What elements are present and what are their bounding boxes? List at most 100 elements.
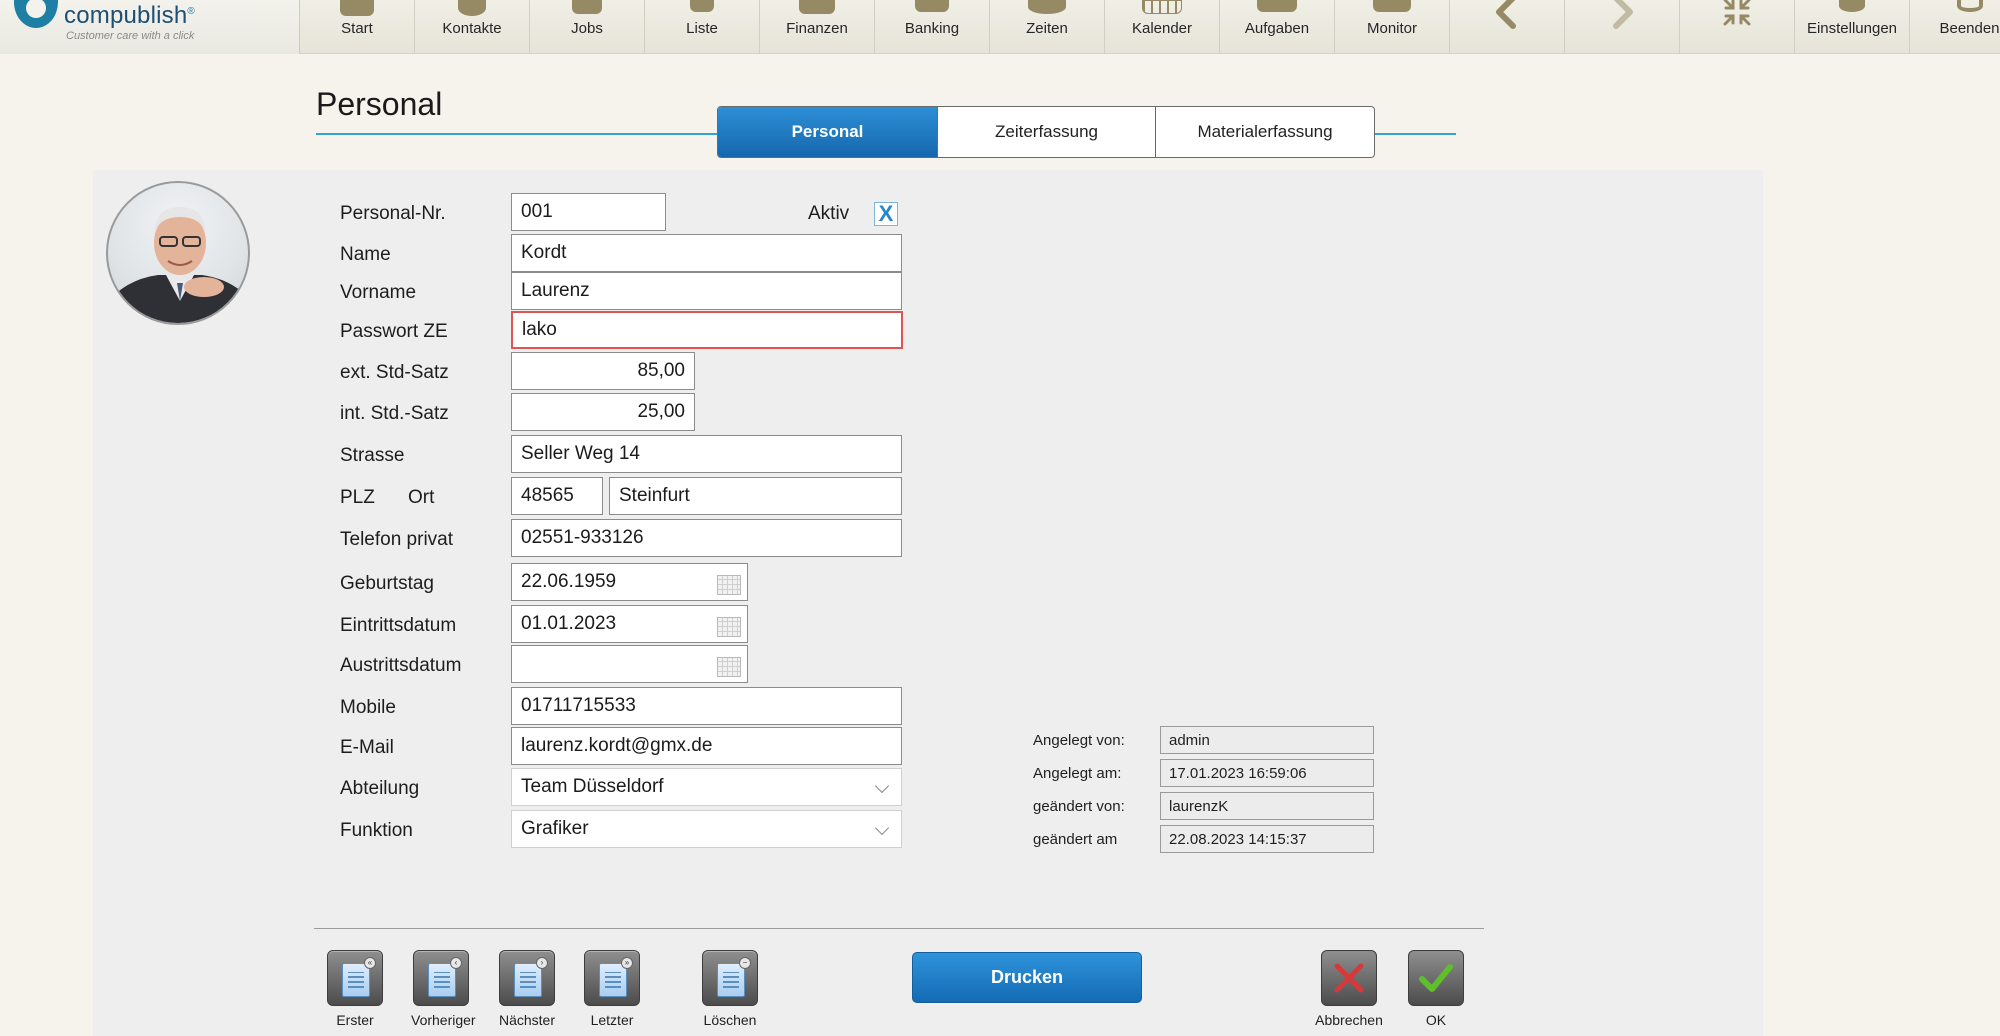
delete-record-icon: − xyxy=(702,950,758,1006)
nav-monitor[interactable]: Monitor xyxy=(1335,0,1450,54)
nav-collapse[interactable] xyxy=(1680,0,1795,54)
nav-einstellungen[interactable]: Einstellungen xyxy=(1795,0,1910,54)
mobile-field[interactable]: 01711715533 xyxy=(511,687,902,725)
calendar-icon[interactable] xyxy=(717,617,741,637)
label-austritt: Austrittsdatum xyxy=(340,655,462,676)
passwort-field[interactable]: lako xyxy=(511,311,903,349)
label-funktion: Funktion xyxy=(340,820,413,841)
nav-back[interactable] xyxy=(1450,0,1565,54)
naechster-button[interactable]: › Nächster xyxy=(497,950,557,1028)
austritt-field[interactable] xyxy=(511,645,748,683)
calendar-icon[interactable] xyxy=(717,575,741,595)
label-plz: PLZ xyxy=(340,487,375,508)
banking-icon xyxy=(915,0,949,12)
aktiv-checkbox[interactable]: X xyxy=(874,202,898,226)
geburtstag-field[interactable]: 22.06.1959 xyxy=(511,563,748,601)
person-photo xyxy=(108,207,248,323)
next-record-icon: › xyxy=(499,950,555,1006)
label-geaendert-am: geändert am xyxy=(1033,831,1118,848)
nav-jobs[interactable]: Jobs xyxy=(530,0,645,54)
funktion-select[interactable]: Grafiker xyxy=(511,810,902,848)
arrow-left-icon xyxy=(1487,0,1527,29)
nav-liste[interactable]: Liste xyxy=(645,0,760,54)
nav-kontakte[interactable]: Kontakte xyxy=(415,0,530,54)
tab-materialerfassung[interactable]: Materialerfassung xyxy=(1155,107,1374,157)
tab-personal[interactable]: Personal xyxy=(718,107,937,157)
label-abteilung: Abteilung xyxy=(340,778,420,799)
nav-zeiten[interactable]: Zeiten xyxy=(990,0,1105,54)
finance-icon xyxy=(799,0,835,14)
int-satz-field[interactable]: 25,00 xyxy=(511,393,695,431)
previous-record-icon: ‹ xyxy=(413,950,469,1006)
nav-beenden[interactable]: Beenden xyxy=(1910,0,2000,54)
vorheriger-button[interactable]: ‹ Vorheriger xyxy=(411,950,476,1028)
main-navigation: Start Kontakte Jobs Liste Finanzen Banki… xyxy=(300,0,2000,54)
calendar-icon xyxy=(1142,0,1182,14)
funktion-value: Grafiker xyxy=(521,818,589,839)
clock-icon xyxy=(1028,0,1066,14)
plz-field[interactable]: 48565 xyxy=(511,477,603,515)
telefon-field[interactable]: 02551-933126 xyxy=(511,519,902,557)
label-aktiv: Aktiv xyxy=(808,203,850,224)
app-logo[interactable]: compublish® Customer care with a click xyxy=(0,0,300,54)
abteilung-select[interactable]: Team Düsseldorf xyxy=(511,768,902,806)
label-angelegt-von: Angelegt von: xyxy=(1033,732,1125,749)
chevron-down-icon xyxy=(874,820,890,836)
name-field[interactable]: Kordt xyxy=(511,234,902,272)
eintritt-field[interactable]: 01.01.2023 xyxy=(511,605,748,643)
first-record-icon: « xyxy=(327,950,383,1006)
label-ext-satz: ext. Std-Satz xyxy=(340,362,449,383)
chevron-down-icon xyxy=(874,778,890,794)
label-angelegt-am: Angelegt am: xyxy=(1033,765,1122,782)
power-icon xyxy=(1956,0,1983,12)
nav-finanzen[interactable]: Finanzen xyxy=(760,0,875,54)
nav-start[interactable]: Start xyxy=(300,0,415,54)
nav-aufgaben[interactable]: Aufgaben xyxy=(1220,0,1335,54)
label-ort: Ort xyxy=(408,487,435,508)
geaendert-von-value: laurenzK xyxy=(1160,792,1374,820)
drucken-button[interactable]: Drucken xyxy=(912,952,1142,1003)
loeschen-button[interactable]: − Löschen xyxy=(700,950,760,1028)
abteilung-value: Team Düsseldorf xyxy=(521,776,664,797)
eintritt-value: 01.01.2023 xyxy=(521,613,617,634)
monitor-icon xyxy=(1373,0,1411,12)
page-title: Personal xyxy=(316,86,443,122)
collapse-icon xyxy=(1717,0,1757,26)
personal-nr-field[interactable]: 001 xyxy=(511,193,666,231)
label-email: E-Mail xyxy=(340,737,394,758)
gear-icon xyxy=(1839,0,1865,12)
nav-forward[interactable] xyxy=(1565,0,1680,54)
title-underline-left xyxy=(316,133,718,135)
logo-mark-icon xyxy=(14,0,58,28)
contacts-icon xyxy=(458,0,486,16)
arrow-right-icon xyxy=(1602,0,1642,29)
label-personal-nr: Personal-Nr. xyxy=(340,203,446,224)
geaendert-am-value: 22.08.2023 14:15:37 xyxy=(1160,825,1374,853)
ok-button[interactable]: OK xyxy=(1398,950,1474,1028)
ort-field[interactable]: Steinfurt xyxy=(609,477,902,515)
label-eintritt: Eintrittsdatum xyxy=(340,615,457,636)
geburtstag-value: 22.06.1959 xyxy=(521,571,617,592)
top-toolbar: compublish® Customer care with a click S… xyxy=(0,0,2000,54)
letzter-button[interactable]: » Letzter xyxy=(582,950,642,1028)
ext-satz-field[interactable]: 85,00 xyxy=(511,352,695,390)
logo-tagline: Customer care with a click xyxy=(66,30,195,42)
label-vorname: Vorname xyxy=(340,282,417,303)
vorname-field[interactable]: Laurenz xyxy=(511,272,902,310)
avatar[interactable] xyxy=(106,181,250,325)
angelegt-von-value: admin xyxy=(1160,726,1374,754)
title-underline-right xyxy=(1374,133,1456,135)
calendar-icon[interactable] xyxy=(717,657,741,677)
label-geaendert-von: geändert von: xyxy=(1033,798,1125,815)
tab-zeiterfassung[interactable]: Zeiterfassung xyxy=(937,107,1155,157)
nav-banking[interactable]: Banking xyxy=(875,0,990,54)
last-record-icon: » xyxy=(584,950,640,1006)
erster-button[interactable]: « Erster xyxy=(325,950,385,1028)
checkmark-icon xyxy=(1408,950,1464,1006)
email-field[interactable]: laurenz.kordt@gmx.de xyxy=(511,727,902,765)
strasse-field[interactable]: Seller Weg 14 xyxy=(511,435,902,473)
label-strasse: Strasse xyxy=(340,445,405,466)
nav-kalender[interactable]: Kalender xyxy=(1105,0,1220,54)
jobs-icon xyxy=(572,0,602,14)
abbrechen-button[interactable]: Abbrechen xyxy=(1311,950,1387,1028)
